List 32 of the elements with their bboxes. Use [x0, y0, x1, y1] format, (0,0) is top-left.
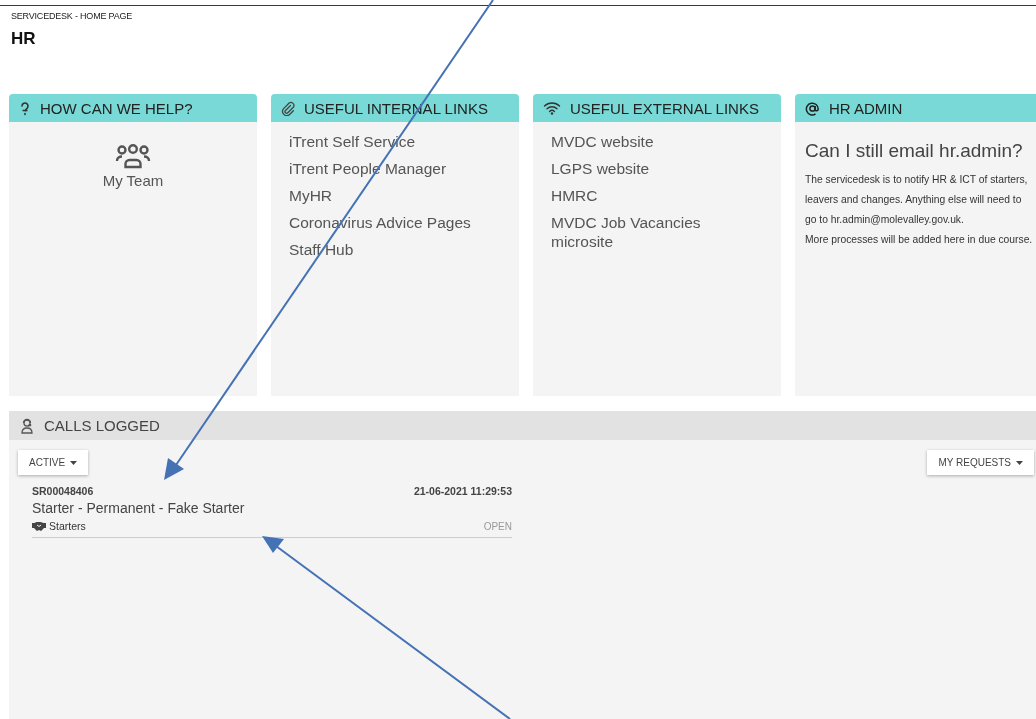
call-status: OPEN: [483, 520, 512, 532]
card-title: USEFUL EXTERNAL LINKS: [570, 99, 759, 117]
caret-icon: [1016, 460, 1023, 465]
link[interactable]: MyHR: [289, 186, 333, 205]
paperclip-icon: [281, 100, 295, 116]
scope-dropdown[interactable]: MY REQUESTS: [927, 450, 1034, 475]
call-category: Starters: [49, 520, 86, 532]
people-group-icon: [115, 144, 151, 170]
card-title: HR ADMIN: [829, 99, 903, 117]
filter-dropdown[interactable]: ACTIVE: [18, 450, 89, 475]
faq-heading: Can I still email hr.admin?: [805, 140, 1024, 162]
faq-text: More processes will be added here in due course.: [805, 233, 1033, 247]
faq-text: The servicedesk is to notify HR & ICT of starters, leavers and changes. Anything else will need to go to hr.admin@molevalley.gov.uk.: [805, 173, 1029, 227]
link[interactable]: HMRC: [551, 186, 598, 205]
breadcrumb[interactable]: SERVICEDESK - HOME PAGE: [11, 11, 133, 21]
call-item[interactable]: SR00048406 21-06-2021 11:29:53 Starter - Permanent - Fake Starter Starters OPEN: [32, 485, 512, 538]
page-title: HR: [11, 29, 36, 49]
user-headset-icon: [19, 417, 35, 434]
calls-title: CALLS LOGGED: [44, 417, 160, 434]
at-sign-icon: [805, 100, 820, 116]
link[interactable]: MVDC website: [551, 132, 654, 151]
call-date: 21-06-2021 11:29:53: [413, 485, 512, 497]
call-id: SR00048406: [32, 485, 94, 497]
handshake-icon: [32, 521, 46, 531]
link[interactable]: LGPS website: [551, 159, 650, 178]
wifi-icon: [543, 101, 561, 115]
card-title: HOW CAN WE HELP?: [40, 99, 193, 117]
call-subject: Starter - Permanent - Fake Starter: [32, 500, 246, 516]
link[interactable]: MVDC Job Vacancies microsite: [551, 213, 741, 251]
team-tile[interactable]: My Team: [102, 144, 164, 189]
link[interactable]: Staff Hub: [289, 240, 354, 259]
caret-icon: [70, 460, 78, 465]
